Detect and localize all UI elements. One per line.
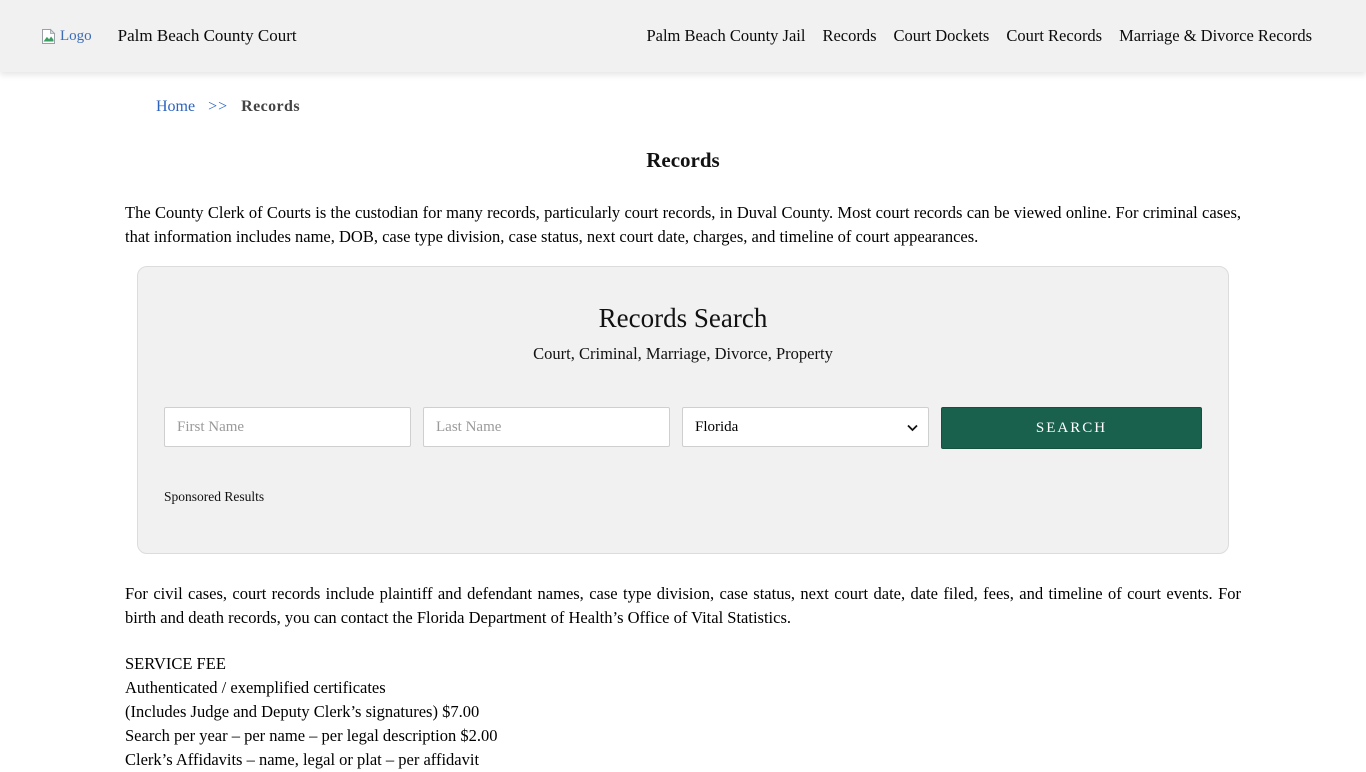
- intro-paragraph: The County Clerk of Courts is the custod…: [125, 203, 1241, 246]
- broken-image-icon: [40, 28, 57, 45]
- service-fee-line: (Includes Judge and Deputy Clerk’s signa…: [125, 702, 480, 721]
- first-name-input[interactable]: [164, 407, 411, 447]
- service-fee-line: Clerk’s Affidavits – name, legal or plat…: [125, 750, 480, 769]
- service-fee-line: Authenticated / exemplified certificates: [125, 678, 386, 697]
- records-search-panel: Records Search Court, Criminal, Marriage…: [137, 266, 1229, 554]
- site-title: Palm Beach County Court: [117, 26, 297, 45]
- state-select[interactable]: Florida: [682, 407, 929, 447]
- logo-link[interactable]: Logo: [40, 28, 92, 45]
- nav-item-court-records[interactable]: Court Records: [1006, 26, 1102, 46]
- page-title: Records: [646, 148, 720, 172]
- service-fee-line: Search per year – per name – per legal d…: [125, 726, 498, 745]
- main-nav: Palm Beach County Jail Records Court Doc…: [646, 26, 1312, 46]
- last-name-field-wrap: [423, 407, 670, 449]
- nav-item-marriage-divorce-records[interactable]: Marriage & Divorce Records: [1119, 26, 1312, 46]
- nav-item-palm-beach-county-jail[interactable]: Palm Beach County Jail: [646, 26, 805, 46]
- search-panel-subtitle: Court, Criminal, Marriage, Divorce, Prop…: [533, 344, 833, 363]
- sponsored-results-label: Sponsored Results: [164, 489, 265, 504]
- first-name-field-wrap: [164, 407, 411, 449]
- service-fees-block: SERVICE FEE Authenticated / exemplified …: [125, 652, 1241, 772]
- breadcrumb-current: Records: [241, 98, 300, 115]
- service-fees-heading: SERVICE FEE: [125, 654, 226, 673]
- civil-cases-paragraph: For civil cases, court records include p…: [125, 584, 1241, 627]
- breadcrumb-separator: >>: [208, 98, 229, 115]
- main-content: Home >> Records Records The County Clerk…: [125, 98, 1241, 772]
- search-form: Florida SEARCH: [164, 407, 1202, 449]
- search-button[interactable]: SEARCH: [941, 407, 1202, 449]
- logo-alt-text: Logo: [60, 27, 92, 44]
- nav-item-court-dockets[interactable]: Court Dockets: [894, 26, 990, 46]
- site-header: Logo Palm Beach County Court Palm Beach …: [0, 0, 1366, 72]
- last-name-input[interactable]: [423, 407, 670, 447]
- breadcrumb-home-link[interactable]: Home: [156, 98, 195, 115]
- state-select-wrap: Florida: [682, 407, 929, 449]
- breadcrumb: Home >> Records: [156, 98, 1241, 116]
- nav-item-records[interactable]: Records: [822, 26, 876, 46]
- search-panel-title: Records Search: [598, 303, 768, 333]
